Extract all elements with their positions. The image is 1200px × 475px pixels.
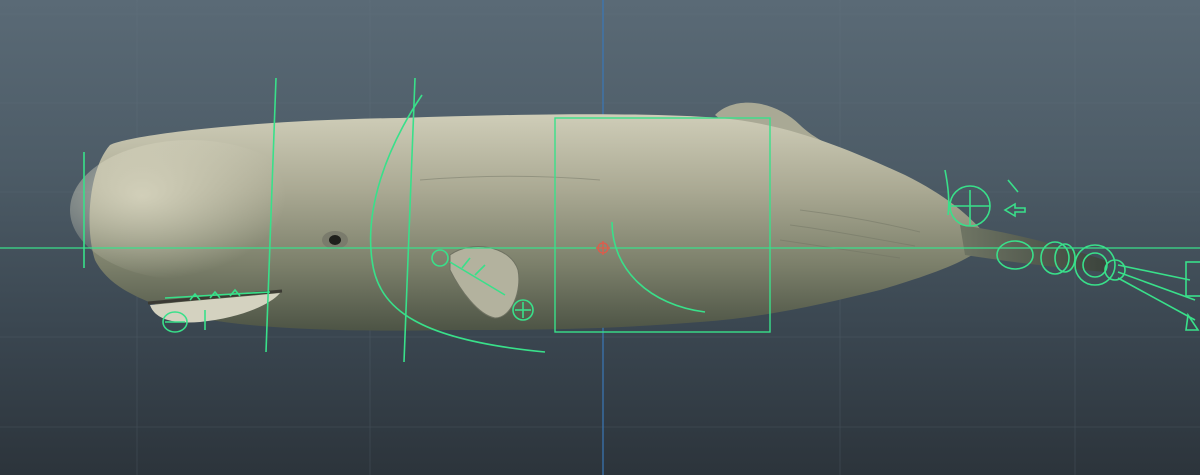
tail-controls[interactable] — [949, 179, 1116, 286]
3d-viewport[interactable] — [0, 0, 1200, 475]
neck-arc[interactable] — [369, 94, 546, 353]
jaw-control[interactable] — [265, 77, 277, 353]
fluke-controls[interactable] — [1104, 259, 1200, 331]
body-arc[interactable] — [611, 221, 706, 313]
jaw-controls[interactable] — [162, 288, 271, 333]
pectoral-fin-control[interactable] — [431, 249, 534, 321]
dorsal-control[interactable] — [944, 169, 950, 216]
center-pivot-icon[interactable] — [596, 241, 610, 255]
rig-controls — [0, 77, 1200, 363]
